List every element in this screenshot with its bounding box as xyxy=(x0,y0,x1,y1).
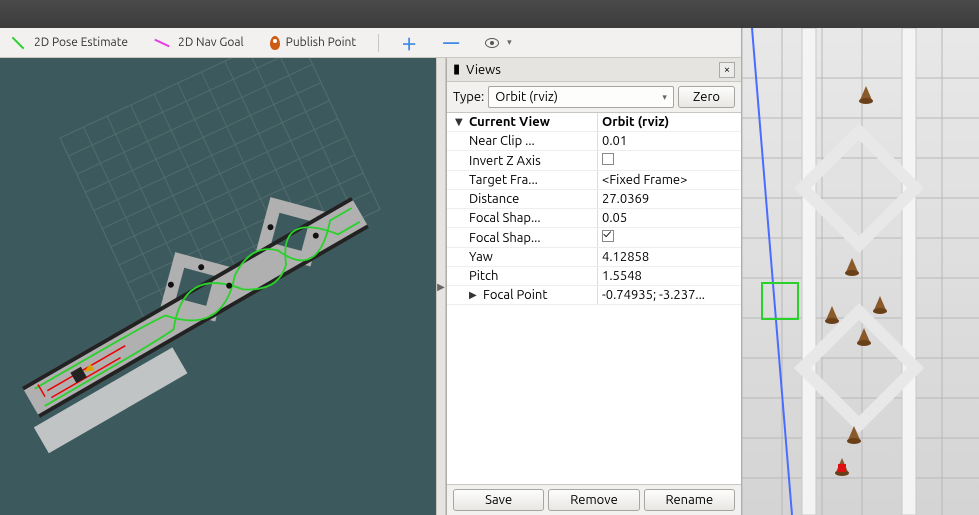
view-type-value: Orbit (rviz) xyxy=(495,90,558,104)
publish-point-label: Publish Point xyxy=(286,36,356,49)
nav-goal-tool[interactable]: 2D Nav Goal xyxy=(150,34,248,51)
prop-yaw: Yaw xyxy=(447,248,597,266)
close-icon[interactable]: × xyxy=(719,62,735,78)
pose-estimate-icon xyxy=(12,36,25,49)
prop-focal-shape-size: Focal Shap... xyxy=(447,209,597,227)
views-panel-title: Views xyxy=(466,63,501,77)
prop-near-clip: Near Clip ... xyxy=(447,132,597,150)
chevron-down-icon: ▾ xyxy=(507,37,512,48)
pose-estimate-label: 2D Pose Estimate xyxy=(34,36,128,49)
prop-focal-shape-size-val[interactable]: 0.05 xyxy=(597,209,741,227)
views-panel-header[interactable]: ▮ Views × xyxy=(447,58,741,82)
camera-icon: ▮ xyxy=(453,62,460,77)
prop-target-frame-val[interactable]: <Fixed Frame> xyxy=(597,171,741,189)
prop-focal-shape-fixed: Focal Shap... xyxy=(447,228,597,247)
save-button[interactable]: Save xyxy=(453,489,544,511)
nav-goal-icon xyxy=(154,38,169,47)
focal-shape-checkbox[interactable] xyxy=(602,230,614,242)
remove-button[interactable]: — xyxy=(439,32,463,54)
sim-world xyxy=(742,28,979,515)
prop-current-view-val: Orbit (rviz) xyxy=(597,113,741,131)
nav-goal-label: 2D Nav Goal xyxy=(178,36,244,49)
view-properties-tree[interactable]: Current View Orbit (rviz) Near Clip ...0… xyxy=(447,113,741,484)
visibility-button[interactable]: ▾ xyxy=(481,35,516,50)
map-visualization xyxy=(0,58,436,515)
prop-invert-z: Invert Z Axis xyxy=(447,151,597,170)
eye-icon xyxy=(485,38,499,48)
panel-collapse-handle[interactable]: ▶ xyxy=(436,58,446,515)
prop-pitch: Pitch xyxy=(447,267,597,285)
prop-pitch-val[interactable]: 1.5548 xyxy=(597,267,741,285)
toolbar-separator xyxy=(378,34,379,52)
window-titlebar xyxy=(0,0,979,28)
prop-current-view: Current View xyxy=(469,115,550,129)
prop-focal-point: Focal Point xyxy=(483,288,547,302)
prop-focal-point-val[interactable]: -0.74935; -3.237... xyxy=(597,286,741,304)
view-type-combo[interactable]: Orbit (rviz) ▾ xyxy=(488,86,674,108)
views-panel: ▮ Views × Type: Orbit (rviz) ▾ Zero Curr… xyxy=(446,58,741,515)
prop-target-frame: Target Fra... xyxy=(447,171,597,189)
prop-distance-val[interactable]: 27.0369 xyxy=(597,190,741,208)
rviz-3d-viewport[interactable] xyxy=(0,58,436,515)
marker-icon xyxy=(270,36,280,50)
type-label: Type: xyxy=(453,90,484,104)
gazebo-viewport[interactable] xyxy=(742,28,979,515)
add-button[interactable]: ＋ xyxy=(397,29,421,57)
expand-icon[interactable] xyxy=(469,289,479,301)
expand-icon[interactable] xyxy=(455,116,465,128)
toolbar: 2D Pose Estimate 2D Nav Goal Publish Poi… xyxy=(0,28,741,58)
zero-button[interactable]: Zero xyxy=(678,86,735,108)
plus-icon: ＋ xyxy=(401,31,417,55)
rename-button[interactable]: Rename xyxy=(644,489,735,511)
minus-icon: — xyxy=(443,34,459,52)
prop-yaw-val[interactable]: 4.12858 xyxy=(597,248,741,266)
prop-distance: Distance xyxy=(447,190,597,208)
remove-button[interactable]: Remove xyxy=(548,489,639,511)
invert-z-checkbox[interactable] xyxy=(602,153,614,165)
publish-point-tool[interactable]: Publish Point xyxy=(266,34,360,52)
pose-estimate-tool[interactable]: 2D Pose Estimate xyxy=(6,34,132,51)
prop-near-clip-val[interactable]: 0.01 xyxy=(597,132,741,150)
chevron-down-icon: ▾ xyxy=(662,92,667,103)
